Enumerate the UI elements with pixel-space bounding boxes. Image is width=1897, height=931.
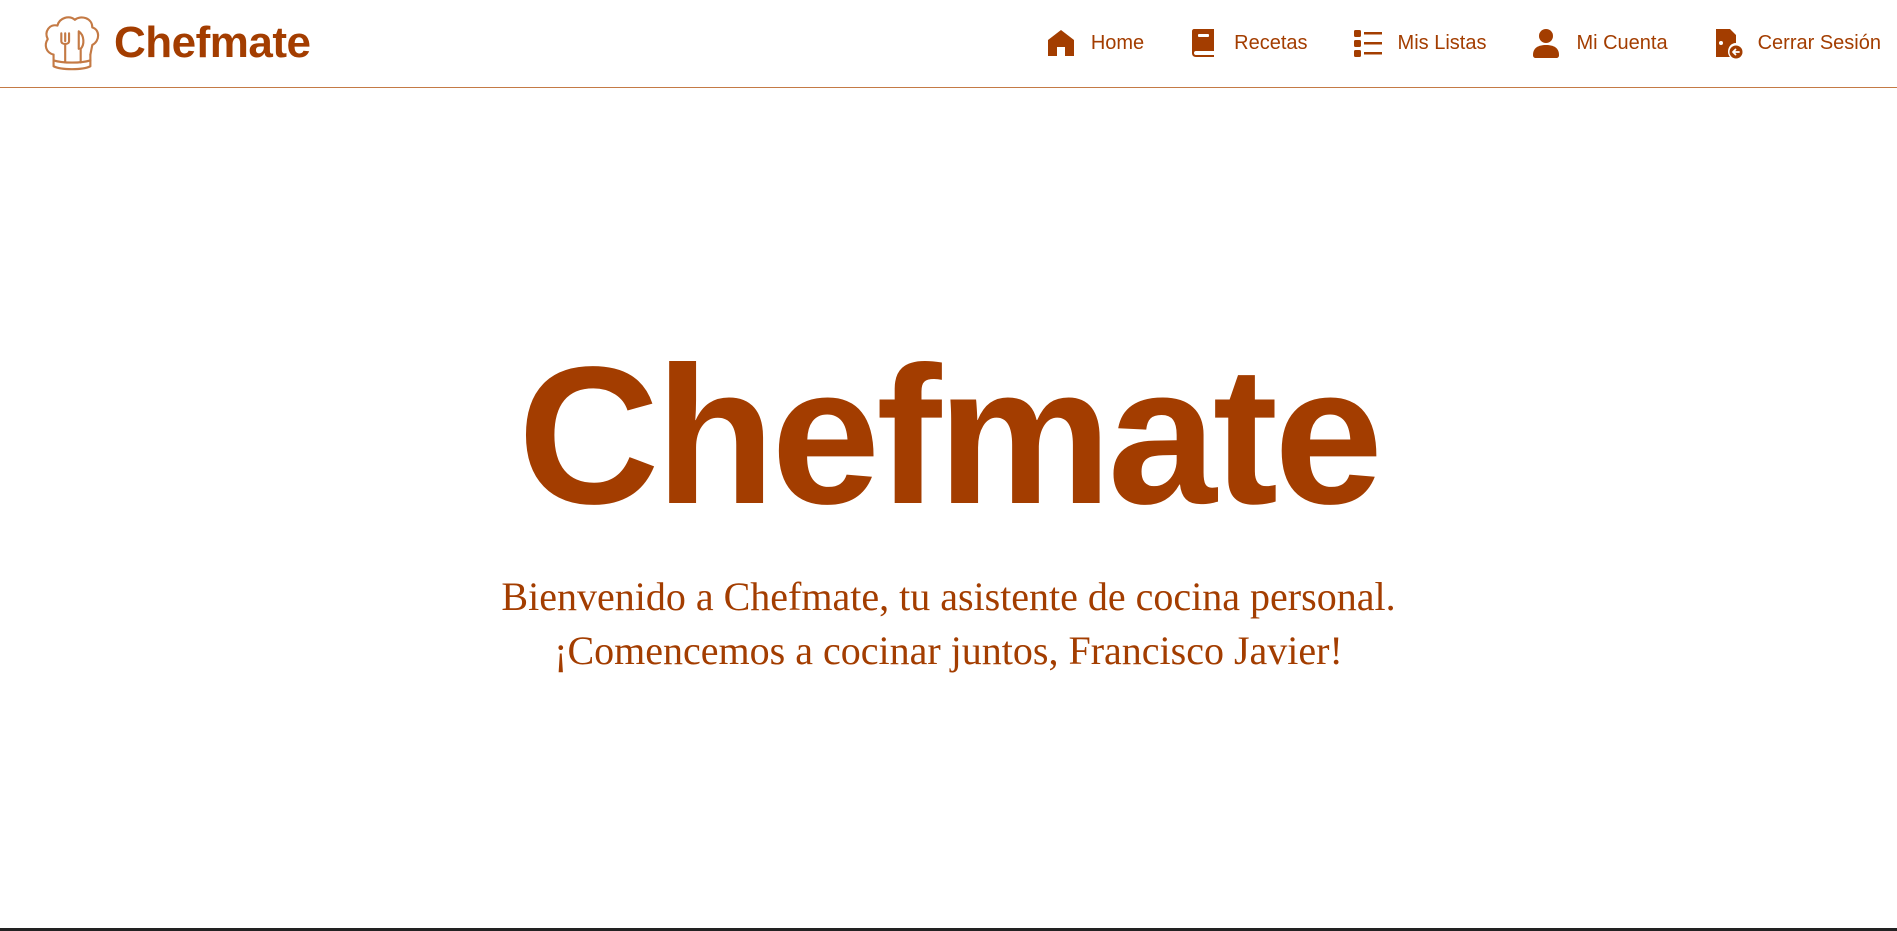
main-nav: Home Recetas Mis Listas Mi Cuenta Cerrar… (1045, 0, 1881, 86)
nav-item-recetas[interactable]: Recetas (1188, 27, 1308, 59)
hero-subtitle-line-2: ¡Comencemos a cocinar juntos, Francisco … (554, 628, 1343, 673)
book-icon (1192, 29, 1215, 57)
nav-label-home: Home (1090, 31, 1145, 54)
hero-title: Chefmate (517, 326, 1383, 545)
list-icon (1353, 30, 1382, 57)
hero-subtitle: Bienvenido a Chefmate, tu asistente de c… (0, 570, 1897, 678)
user-icon (1533, 29, 1560, 58)
logout-icon (1715, 29, 1743, 59)
nav-label-mi-cuenta: Mi Cuenta (1576, 31, 1668, 54)
nav-item-cerrar-sesion[interactable]: Cerrar Sesión (1712, 27, 1881, 59)
brand-link[interactable]: Chefmate (40, 12, 311, 74)
nav-label-mis-listas: Mis Listas (1397, 31, 1487, 54)
nav-label-recetas: Recetas (1234, 31, 1308, 54)
nav-label-cerrar-sesion: Cerrar Sesión (1757, 31, 1881, 54)
nav-item-mis-listas[interactable]: Mis Listas (1352, 27, 1487, 59)
chef-hat-utensils-icon (44, 16, 100, 71)
nav-item-mi-cuenta[interactable]: Mi Cuenta (1530, 27, 1668, 59)
home-icon (1047, 30, 1074, 56)
hero-section: Chefmate Bienvenido a Chefmate, tu asist… (0, 88, 1897, 928)
top-navbar: Chefmate Home Recetas Mis Listas Mi Cuen… (0, 0, 1897, 88)
nav-item-home[interactable]: Home (1045, 27, 1144, 59)
brand-name: Chefmate (114, 18, 311, 67)
hero-subtitle-line-1: Bienvenido a Chefmate, tu asistente de c… (501, 574, 1396, 619)
